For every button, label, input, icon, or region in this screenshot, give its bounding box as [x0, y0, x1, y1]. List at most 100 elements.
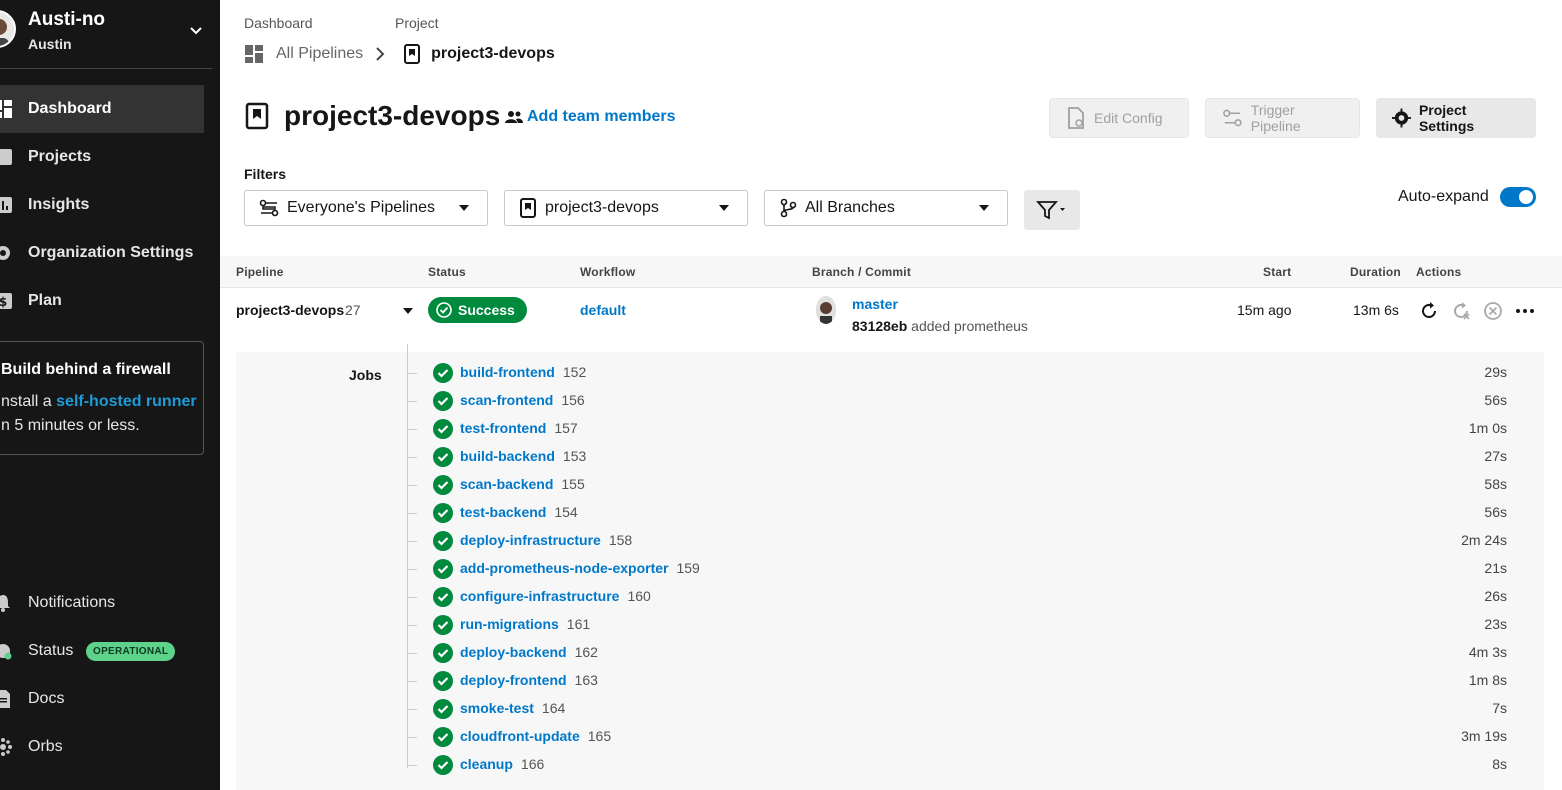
- branch-link[interactable]: master: [852, 296, 898, 312]
- column-header-workflow: Workflow: [580, 265, 636, 279]
- firewall-title: Build behind a firewall: [1, 361, 171, 378]
- commit-message: added prometheus: [911, 318, 1028, 334]
- sidebar-item-dashboard[interactable]: Dashboard: [0, 85, 204, 133]
- sidebar-item-docs[interactable]: Docs: [0, 679, 204, 719]
- auto-expand-toggle[interactable]: [1500, 187, 1536, 207]
- self-hosted-runner-link[interactable]: self-hosted runner: [56, 393, 196, 410]
- cancel-button[interactable]: [1482, 300, 1504, 322]
- rerun-failed-button[interactable]: [1450, 300, 1472, 322]
- table-header: Pipeline Status Workflow Branch / Commit…: [220, 256, 1562, 288]
- job-number: 156: [561, 392, 585, 408]
- job-name-link[interactable]: smoke-test 164: [460, 700, 565, 716]
- job-duration: 56s: [1484, 392, 1507, 408]
- pipeline-trigger-icon: [1223, 109, 1242, 127]
- breadcrumb-all-pipelines[interactable]: All Pipelines: [276, 45, 363, 63]
- job-name-link[interactable]: deploy-infrastructure 158: [460, 532, 632, 548]
- job-name: build-frontend: [460, 364, 555, 380]
- add-team-members-link[interactable]: Add team members: [505, 108, 676, 126]
- job-name-link[interactable]: scan-backend 155: [460, 476, 585, 492]
- jobs-label: Jobs: [349, 367, 382, 383]
- job-name-link[interactable]: cleanup 166: [460, 756, 544, 772]
- trigger-pipeline-button[interactable]: Trigger Pipeline: [1205, 98, 1360, 138]
- tree-connector: [407, 401, 417, 402]
- status-badge-success[interactable]: Success: [428, 297, 527, 323]
- pipeline-duration: 13m 6s: [1353, 302, 1399, 318]
- job-name-link[interactable]: cloudfront-update 165: [460, 728, 611, 744]
- job-name-link[interactable]: scan-frontend 156: [460, 392, 585, 408]
- chevron-down-icon[interactable]: [188, 22, 204, 38]
- job-number: 159: [676, 560, 700, 576]
- success-check-icon: [433, 559, 453, 579]
- commit-hash[interactable]: 83128eb: [852, 318, 907, 334]
- job-duration: 7s: [1492, 700, 1507, 716]
- job-duration: 23s: [1484, 616, 1507, 632]
- job-name-link[interactable]: configure-infrastructure 160: [460, 588, 651, 604]
- orbs-icon: [0, 738, 12, 756]
- success-check-icon: [433, 531, 453, 551]
- gear-icon: [0, 246, 10, 260]
- job-duration: 21s: [1484, 560, 1507, 576]
- job-row: test-backend 154 56s: [407, 500, 1507, 528]
- job-row: add-prometheus-node-exporter 159 21s: [407, 556, 1507, 584]
- sidebar-item-label: Status: [28, 642, 74, 659]
- job-number: 157: [554, 420, 578, 436]
- svg-text:$: $: [0, 295, 7, 309]
- job-name: scan-frontend: [460, 392, 554, 408]
- dollar-icon: $: [0, 293, 12, 309]
- job-name: cloudfront-update: [460, 728, 580, 744]
- project-settings-button[interactable]: Project Settings: [1376, 98, 1536, 138]
- job-name: scan-backend: [460, 476, 554, 492]
- job-name-link[interactable]: test-frontend 157: [460, 420, 578, 436]
- tree-connector: [407, 429, 417, 430]
- job-row: test-frontend 157 1m 0s: [407, 416, 1507, 444]
- success-check-icon: [433, 391, 453, 411]
- org-switcher[interactable]: Austi-no Austin: [0, 0, 220, 68]
- breadcrumb-project[interactable]: project3-devops: [431, 45, 555, 63]
- branch-filter-value: All Branches: [805, 199, 895, 216]
- avatar: [816, 296, 836, 324]
- file-icon: [1068, 107, 1084, 129]
- workflow-link[interactable]: default: [580, 302, 626, 318]
- status-icon: [0, 644, 12, 660]
- job-name-link[interactable]: build-backend 153: [460, 448, 586, 464]
- status-badge: OPERATIONAL: [86, 641, 176, 661]
- edit-config-button[interactable]: Edit Config: [1049, 98, 1189, 138]
- pipelines-filter-select[interactable]: Everyone's Pipelines: [244, 190, 488, 226]
- sidebar-item-insights[interactable]: Insights: [0, 181, 204, 229]
- job-name-link[interactable]: run-migrations 161: [460, 616, 590, 632]
- tree-connector: [407, 457, 417, 458]
- pipeline-number: 27: [345, 302, 361, 318]
- firewall-text-prefix: nstall a: [1, 393, 57, 410]
- tree-connector: [407, 485, 417, 486]
- tree-connector: [407, 513, 417, 514]
- job-name-link[interactable]: add-prometheus-node-exporter 159: [460, 560, 700, 576]
- job-name-link[interactable]: deploy-frontend 163: [460, 672, 598, 688]
- collapse-caret-icon[interactable]: [403, 308, 413, 314]
- tree-connector: [407, 765, 417, 766]
- rerun-button[interactable]: [1418, 300, 1440, 322]
- column-header-actions: Actions: [1416, 265, 1462, 279]
- success-check-icon: [433, 503, 453, 523]
- sidebar-item-label: Organization Settings: [28, 244, 194, 261]
- sidebar-item-orbs[interactable]: Orbs: [0, 727, 204, 767]
- sidebar-item-notifications[interactable]: Notifications: [0, 583, 204, 623]
- column-header-duration: Duration: [1350, 265, 1401, 279]
- advanced-filter-button[interactable]: [1024, 190, 1080, 230]
- branch-filter-select[interactable]: All Branches: [764, 190, 1008, 226]
- firewall-text-2: n 5 minutes or less.: [1, 417, 140, 434]
- sidebar-item-projects[interactable]: Projects: [0, 133, 204, 181]
- project-filter-select[interactable]: project3-devops: [504, 190, 748, 226]
- job-name: cleanup: [460, 756, 513, 772]
- job-name-link[interactable]: build-frontend 152: [460, 364, 586, 380]
- sidebar-item-status[interactable]: Status OPERATIONAL: [0, 631, 204, 671]
- org-avatar: [0, 10, 16, 48]
- pipeline-name[interactable]: project3-devops: [236, 302, 344, 318]
- sidebar-item-organization-settings[interactable]: Organization Settings: [0, 229, 204, 277]
- more-options-button[interactable]: [1514, 300, 1536, 322]
- pipeline-actions: [1418, 300, 1546, 322]
- job-row: smoke-test 164 7s: [407, 696, 1507, 724]
- rerun-icon: [1422, 302, 1436, 318]
- job-name-link[interactable]: deploy-backend 162: [460, 644, 598, 660]
- sidebar-item-plan[interactable]: $ Plan: [0, 277, 204, 325]
- job-name-link[interactable]: test-backend 154: [460, 504, 578, 520]
